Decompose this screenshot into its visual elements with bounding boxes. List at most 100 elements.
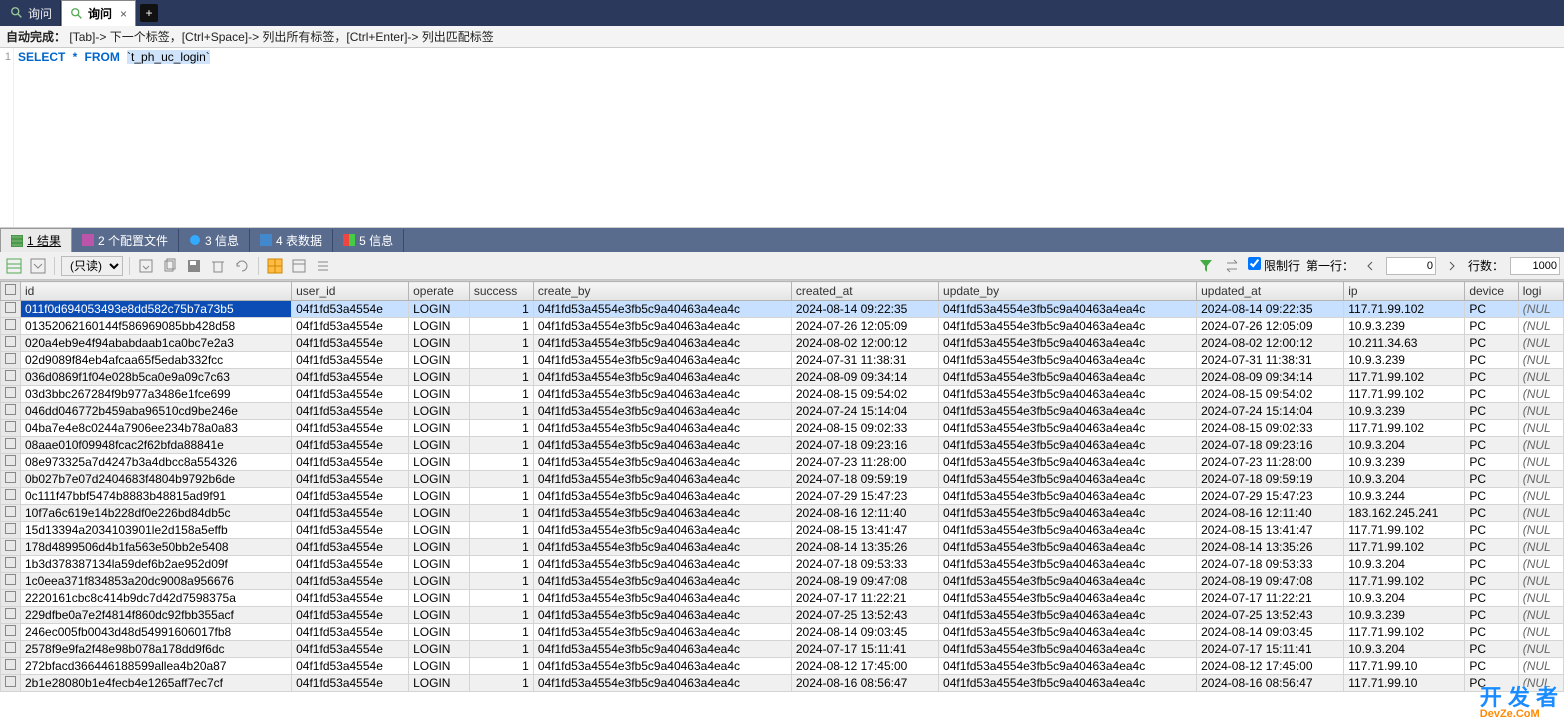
row-checkbox[interactable] xyxy=(1,352,21,369)
table-row[interactable]: 08aae010f09948fcac2f62bfda88841e04f1fd53… xyxy=(1,437,1564,454)
hint-label: 自动完成： xyxy=(6,30,66,44)
refresh-icon[interactable] xyxy=(232,256,252,276)
table-row[interactable]: 01352062160144f586969085bb428d5804f1fd53… xyxy=(1,318,1564,335)
column-device[interactable]: device xyxy=(1465,282,1518,301)
tab-label: 5 信息 xyxy=(359,232,393,249)
delete-icon[interactable] xyxy=(208,256,228,276)
row-checkbox[interactable] xyxy=(1,607,21,624)
table-row[interactable]: 2578f9e9fa2f48e98b078a178dd9f6dc04f1fd53… xyxy=(1,641,1564,658)
row-checkbox[interactable] xyxy=(1,556,21,573)
tab-profiles[interactable]: 2 个配置文件 xyxy=(72,229,179,252)
sql-editor[interactable]: SELECT * FROM `t_ph_uc_login` xyxy=(14,48,1564,227)
table-row[interactable]: 08e973325a7d4247b3a4dbcc8a55432604f1fd53… xyxy=(1,454,1564,471)
query-tab-bar: 询问 询问 × + xyxy=(0,0,1564,26)
dropdown-icon[interactable] xyxy=(28,256,48,276)
row-checkbox[interactable] xyxy=(1,641,21,658)
filter-icon[interactable] xyxy=(1196,256,1216,276)
tab-query-active[interactable]: 询问 × xyxy=(61,0,136,26)
table-row[interactable]: 2220161cbc8c414b9dc7d42d7598375a04f1fd53… xyxy=(1,590,1564,607)
tab-info[interactable]: 3 信息 xyxy=(179,229,250,252)
tab-info2[interactable]: 5 信息 xyxy=(333,229,404,252)
row-checkbox[interactable] xyxy=(1,318,21,335)
column-operate[interactable]: operate xyxy=(409,282,470,301)
row-checkbox[interactable] xyxy=(1,590,21,607)
readonly-select[interactable]: (只读) xyxy=(61,256,123,276)
grid-mode-icon[interactable] xyxy=(265,256,285,276)
table-row[interactable]: 1c0eea371f834853a20dc9008a95667604f1fd53… xyxy=(1,573,1564,590)
row-checkbox[interactable] xyxy=(1,573,21,590)
save-icon[interactable] xyxy=(184,256,204,276)
table-row[interactable]: 04ba7e4e8c0244a7906ee234b78a0a8304f1fd53… xyxy=(1,420,1564,437)
row-checkbox[interactable] xyxy=(1,454,21,471)
limit-rows-checkbox[interactable]: 限制行 xyxy=(1248,257,1300,274)
firstrow-label: 第一行： xyxy=(1306,257,1354,274)
tab-tabledata[interactable]: 4 表数据 xyxy=(250,229,333,252)
export-icon[interactable] xyxy=(136,256,156,276)
table-row[interactable]: 0c111f47bbf5474b8883b48815ad9f9104f1fd53… xyxy=(1,488,1564,505)
table-row[interactable]: 03d3bbc267284f9b977a3486e1fce69904f1fd53… xyxy=(1,386,1564,403)
rows-input[interactable] xyxy=(1510,257,1560,275)
checkbox-header[interactable] xyxy=(1,282,21,301)
prev-page-icon[interactable] xyxy=(1360,256,1380,276)
copy-icon[interactable] xyxy=(160,256,180,276)
column-logi[interactable]: logi xyxy=(1518,282,1563,301)
row-checkbox[interactable] xyxy=(1,471,21,488)
table-row[interactable]: 0b027b7e07d2404683f4804b9792b6de04f1fd53… xyxy=(1,471,1564,488)
row-checkbox[interactable] xyxy=(1,420,21,437)
column-updated_at[interactable]: updated_at xyxy=(1197,282,1344,301)
column-update_by[interactable]: update_by xyxy=(939,282,1197,301)
tab-results[interactable]: 1 结果 xyxy=(0,228,72,252)
row-checkbox[interactable] xyxy=(1,505,21,522)
repeat-icon[interactable] xyxy=(1222,256,1242,276)
firstrow-input[interactable] xyxy=(1386,257,1436,275)
row-checkbox[interactable] xyxy=(1,624,21,641)
tab-label: 2 个配置文件 xyxy=(98,232,168,249)
sql-editor-area: 1 SELECT * FROM `t_ph_uc_login` xyxy=(0,48,1564,228)
table-row[interactable]: 02d9089f84eb4afcaa65f5edab332fcc04f1fd53… xyxy=(1,352,1564,369)
table-row[interactable]: 15d13394a2034103901le2d158a5effb04f1fd53… xyxy=(1,522,1564,539)
tab-label: 询问 xyxy=(28,5,52,22)
row-checkbox[interactable] xyxy=(1,335,21,352)
autocomplete-hint: 自动完成： [Tab]-> 下一个标签，[Ctrl+Space]-> 列出所有标… xyxy=(0,26,1564,48)
column-success[interactable]: success xyxy=(469,282,533,301)
table-row[interactable]: 011f0d694053493e8dd582c75b7a73b504f1fd53… xyxy=(1,301,1564,318)
rows-label: 行数： xyxy=(1468,257,1504,274)
table-row[interactable]: 1b3d378387134la59def6b2ae952d09f04f1fd53… xyxy=(1,556,1564,573)
row-checkbox[interactable] xyxy=(1,675,21,692)
row-checkbox[interactable] xyxy=(1,522,21,539)
table-row[interactable]: 229dfbe0a7e2f4814f860dc92fbb355acf04f1fd… xyxy=(1,607,1564,624)
add-tab-button[interactable]: + xyxy=(140,4,158,22)
row-checkbox[interactable] xyxy=(1,539,21,556)
text-mode-icon[interactable] xyxy=(313,256,333,276)
table-row[interactable]: 10f7a6c619e14b228df0e226bd84db5c04f1fd53… xyxy=(1,505,1564,522)
table-row[interactable]: 036d0869f1f04e028b5ca0e9a09c7c6304f1fd53… xyxy=(1,369,1564,386)
column-user_id[interactable]: user_id xyxy=(292,282,409,301)
column-ip[interactable]: ip xyxy=(1344,282,1465,301)
table-row[interactable]: 020a4eb9e4f94ababdaab1ca0bc7e2a304f1fd53… xyxy=(1,335,1564,352)
close-icon[interactable]: × xyxy=(120,7,127,21)
row-checkbox[interactable] xyxy=(1,301,21,318)
row-checkbox[interactable] xyxy=(1,386,21,403)
table-row[interactable]: 046dd046772b459aba96510cd9be246e04f1fd53… xyxy=(1,403,1564,420)
table-row[interactable]: 272bfacd366446188599allea4b20a8704f1fd53… xyxy=(1,658,1564,675)
table-row[interactable]: 178d4899506d4b1fa563e50bb2e540804f1fd53a… xyxy=(1,539,1564,556)
grid-view-icon[interactable] xyxy=(4,256,24,276)
tab-label: 4 表数据 xyxy=(276,232,322,249)
row-checkbox[interactable] xyxy=(1,437,21,454)
table-row[interactable]: 246ec005fb0043d48d54991606017fb804f1fd53… xyxy=(1,624,1564,641)
tab-query-inactive[interactable]: 询问 xyxy=(2,1,61,26)
info-icon xyxy=(343,234,355,246)
row-checkbox[interactable] xyxy=(1,658,21,675)
result-grid[interactable]: iduser_idoperatesuccesscreate_bycreated_… xyxy=(0,280,1564,692)
column-created_at[interactable]: created_at xyxy=(791,282,938,301)
grid-icon xyxy=(260,234,272,246)
column-create_by[interactable]: create_by xyxy=(533,282,791,301)
row-checkbox[interactable] xyxy=(1,488,21,505)
row-checkbox[interactable] xyxy=(1,369,21,386)
next-page-icon[interactable] xyxy=(1442,256,1462,276)
table-row[interactable]: 2b1e28080b1e4fecb4e1265aff7ec7cf04f1fd53… xyxy=(1,675,1564,692)
hint-text: [Tab]-> 下一个标签，[Ctrl+Space]-> 列出所有标签，[Ctr… xyxy=(69,30,493,44)
form-mode-icon[interactable] xyxy=(289,256,309,276)
row-checkbox[interactable] xyxy=(1,403,21,420)
column-id[interactable]: id xyxy=(21,282,292,301)
